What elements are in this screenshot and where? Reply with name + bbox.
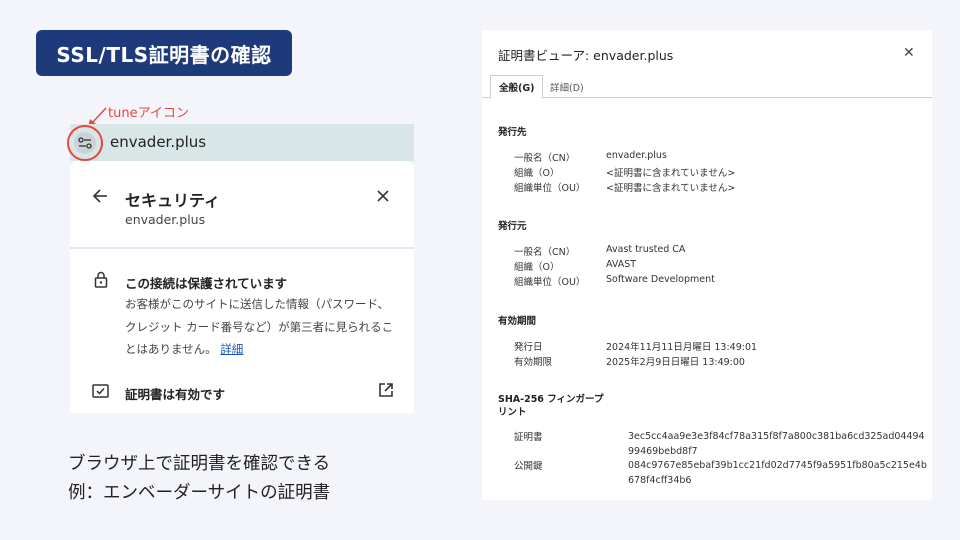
fingerprint-value: 3ec5cc4aa9e3e3f84cf78a315f8f7a800c381ba6… <box>628 431 925 457</box>
field-value: <証明書に含まれていません> <box>606 183 736 194</box>
field-value: AVAST <box>606 259 637 270</box>
details-link[interactable]: 詳細 <box>220 342 243 356</box>
tab-details[interactable]: 詳細(D) <box>542 75 592 98</box>
viewer-close-icon[interactable]: ✕ <box>903 45 915 61</box>
field-value: <証明書に含まれていません> <box>606 168 736 179</box>
viewer-tabs: 全般(G) 詳細(D) <box>482 75 932 99</box>
certificate-status[interactable]: 証明書は有効です <box>125 384 225 403</box>
security-panel: セキュリティ envader.plus この接続は保護されています お客様がこの… <box>70 161 414 413</box>
field-value: envader.plus <box>606 150 667 161</box>
field-value: 2024年11月11日月曜日 13:49:01 <box>606 342 758 353</box>
fingerprint-value: 084c9767e85ebaf39b1cc21fd02d7745f9a5951f… <box>628 460 927 486</box>
connection-description-text: お客様がこのサイトに送信した情報（パスワード、クレジット カード番号など）が第三… <box>125 297 394 356</box>
annotation-circle <box>67 125 103 161</box>
section-heading-issued-by: 発行元 <box>498 221 527 232</box>
field-label: 組織単位（OU） <box>514 277 586 288</box>
section-heading-issued-to: 発行先 <box>498 127 527 138</box>
fingerprint-heading-line-2: リント <box>498 407 527 418</box>
caption: ブラウザ上で証明書を確認できる 例：エンベーダーサイトの証明書 <box>68 450 330 508</box>
field-label: 組織（O） <box>514 262 560 273</box>
certificate-icon <box>92 384 109 398</box>
field-label: 一般名（CN） <box>514 153 576 164</box>
tab-general[interactable]: 全般(G) <box>490 75 544 99</box>
back-arrow-icon[interactable] <box>92 189 108 203</box>
field-label: 一般名（CN） <box>514 247 576 258</box>
address-domain[interactable]: envader.plus <box>110 133 206 151</box>
connection-description: お客様がこのサイトに送信した情報（パスワード、クレジット カード番号など）が第三… <box>125 293 395 361</box>
field-label: 組織（O） <box>514 168 560 179</box>
field-label: 発行日 <box>514 342 543 353</box>
annotation-label: tuneアイコン <box>108 106 189 121</box>
divider <box>70 247 414 249</box>
fingerprint-heading-line-1: SHA-256 フィンガープ <box>498 394 604 405</box>
field-label: 組織単位（OU） <box>514 183 586 194</box>
field-label: 公開鍵 <box>514 461 543 472</box>
field-value: 2025年2月9日日曜日 13:49:00 <box>606 357 745 368</box>
viewer-title: 証明書ビューア: envader.plus <box>498 48 674 63</box>
field-value: Software Development <box>606 274 715 285</box>
close-icon[interactable] <box>376 189 390 203</box>
caption-line-2: 例：エンベーダーサイトの証明書 <box>68 483 331 503</box>
slide-title: SSL/TLS証明書の確認 <box>36 30 292 76</box>
security-domain: envader.plus <box>125 212 206 227</box>
connection-title: この接続は保護されています <box>125 276 288 291</box>
field-value: Avast trusted CA <box>606 244 686 255</box>
open-in-new-icon[interactable] <box>378 382 394 398</box>
section-heading-fingerprints: SHA-256 フィンガープ リント <box>498 393 603 419</box>
field-label: 有効期限 <box>514 357 553 368</box>
section-heading-validity: 有効期間 <box>498 316 537 327</box>
field-label: 証明書 <box>514 432 543 443</box>
certificate-viewer: 証明書ビューア: envader.plus ✕ 全般(G) 詳細(D) 発行先 … <box>482 30 932 500</box>
lock-icon <box>94 271 108 288</box>
caption-line-1: ブラウザ上で証明書を確認できる <box>68 454 331 474</box>
security-title: セキュリティ <box>125 191 221 210</box>
